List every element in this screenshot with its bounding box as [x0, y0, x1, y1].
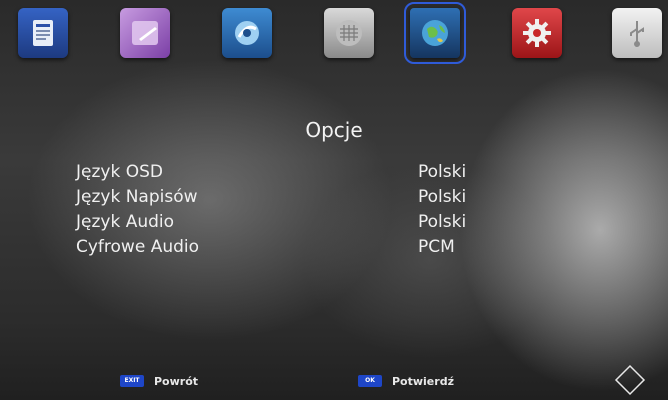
epg-icon: [33, 20, 53, 46]
footer-confirm-hint: OK Potwierdź: [358, 372, 454, 390]
media-menu-item[interactable]: [120, 8, 170, 58]
setting-label: Język OSD: [76, 162, 163, 182]
usb-icon: [630, 21, 644, 47]
footer-back-hint: EXIT Powrót: [120, 372, 198, 390]
setting-value: Polski: [418, 212, 467, 232]
installation-menu-item[interactable]: [222, 8, 272, 58]
setting-row-osd-language[interactable]: Język OSD Polski: [76, 162, 596, 188]
epg-menu-item[interactable]: [18, 8, 68, 58]
satellite-icon: [235, 21, 259, 45]
setting-label: Cyfrowe Audio: [76, 237, 200, 257]
channel-menu-item[interactable]: [324, 8, 374, 58]
exit-key-icon: EXIT: [120, 375, 144, 387]
globe-icon: [422, 20, 448, 46]
confirm-label: Potwierdź: [392, 374, 454, 388]
setting-row-subtitle-language[interactable]: Język Napisów Polski: [76, 187, 596, 213]
usb-menu-item[interactable]: [612, 8, 662, 58]
setting-value: PCM: [418, 237, 455, 257]
channel-list-icon: [336, 20, 362, 46]
setting-label: Język Audio: [76, 212, 175, 232]
ok-key-icon: OK: [358, 375, 382, 387]
setting-row-audio-language[interactable]: Język Audio Polski: [76, 212, 596, 238]
main-menu-bar: [0, 0, 668, 70]
setting-label: Język Napisów: [76, 187, 198, 207]
options-menu-item[interactable]: [404, 2, 466, 64]
page-title: Opcje: [305, 118, 363, 142]
setting-row-digital-audio[interactable]: Cyfrowe Audio PCM: [76, 237, 596, 263]
media-icon: [132, 21, 158, 45]
setting-value: Polski: [418, 187, 467, 207]
gear-icon: [523, 19, 551, 47]
navigation-arrows-icon: [614, 364, 646, 396]
back-label: Powrót: [154, 374, 199, 388]
system-menu-item[interactable]: [512, 8, 562, 58]
setting-value: Polski: [418, 162, 467, 182]
